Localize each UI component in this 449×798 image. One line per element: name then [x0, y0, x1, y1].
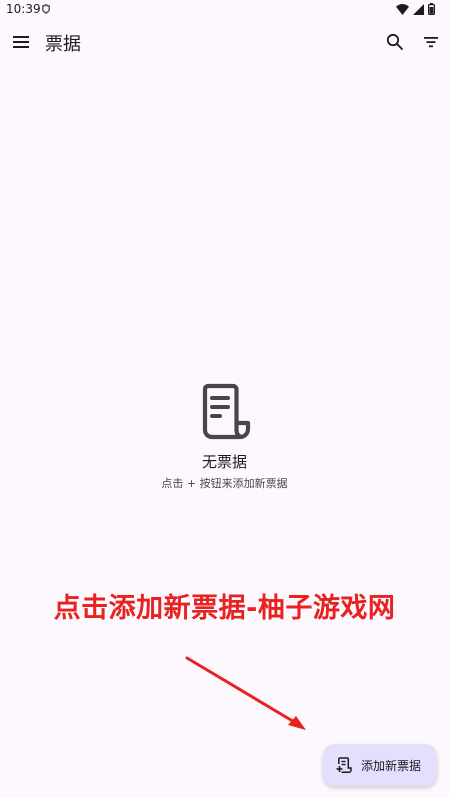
- add-receipt-icon: [336, 757, 352, 774]
- add-receipt-button[interactable]: 添加新票据: [323, 744, 437, 786]
- add-receipt-button-label: 添加新票据: [361, 758, 422, 773]
- annotation-arrow-icon: [185, 656, 306, 730]
